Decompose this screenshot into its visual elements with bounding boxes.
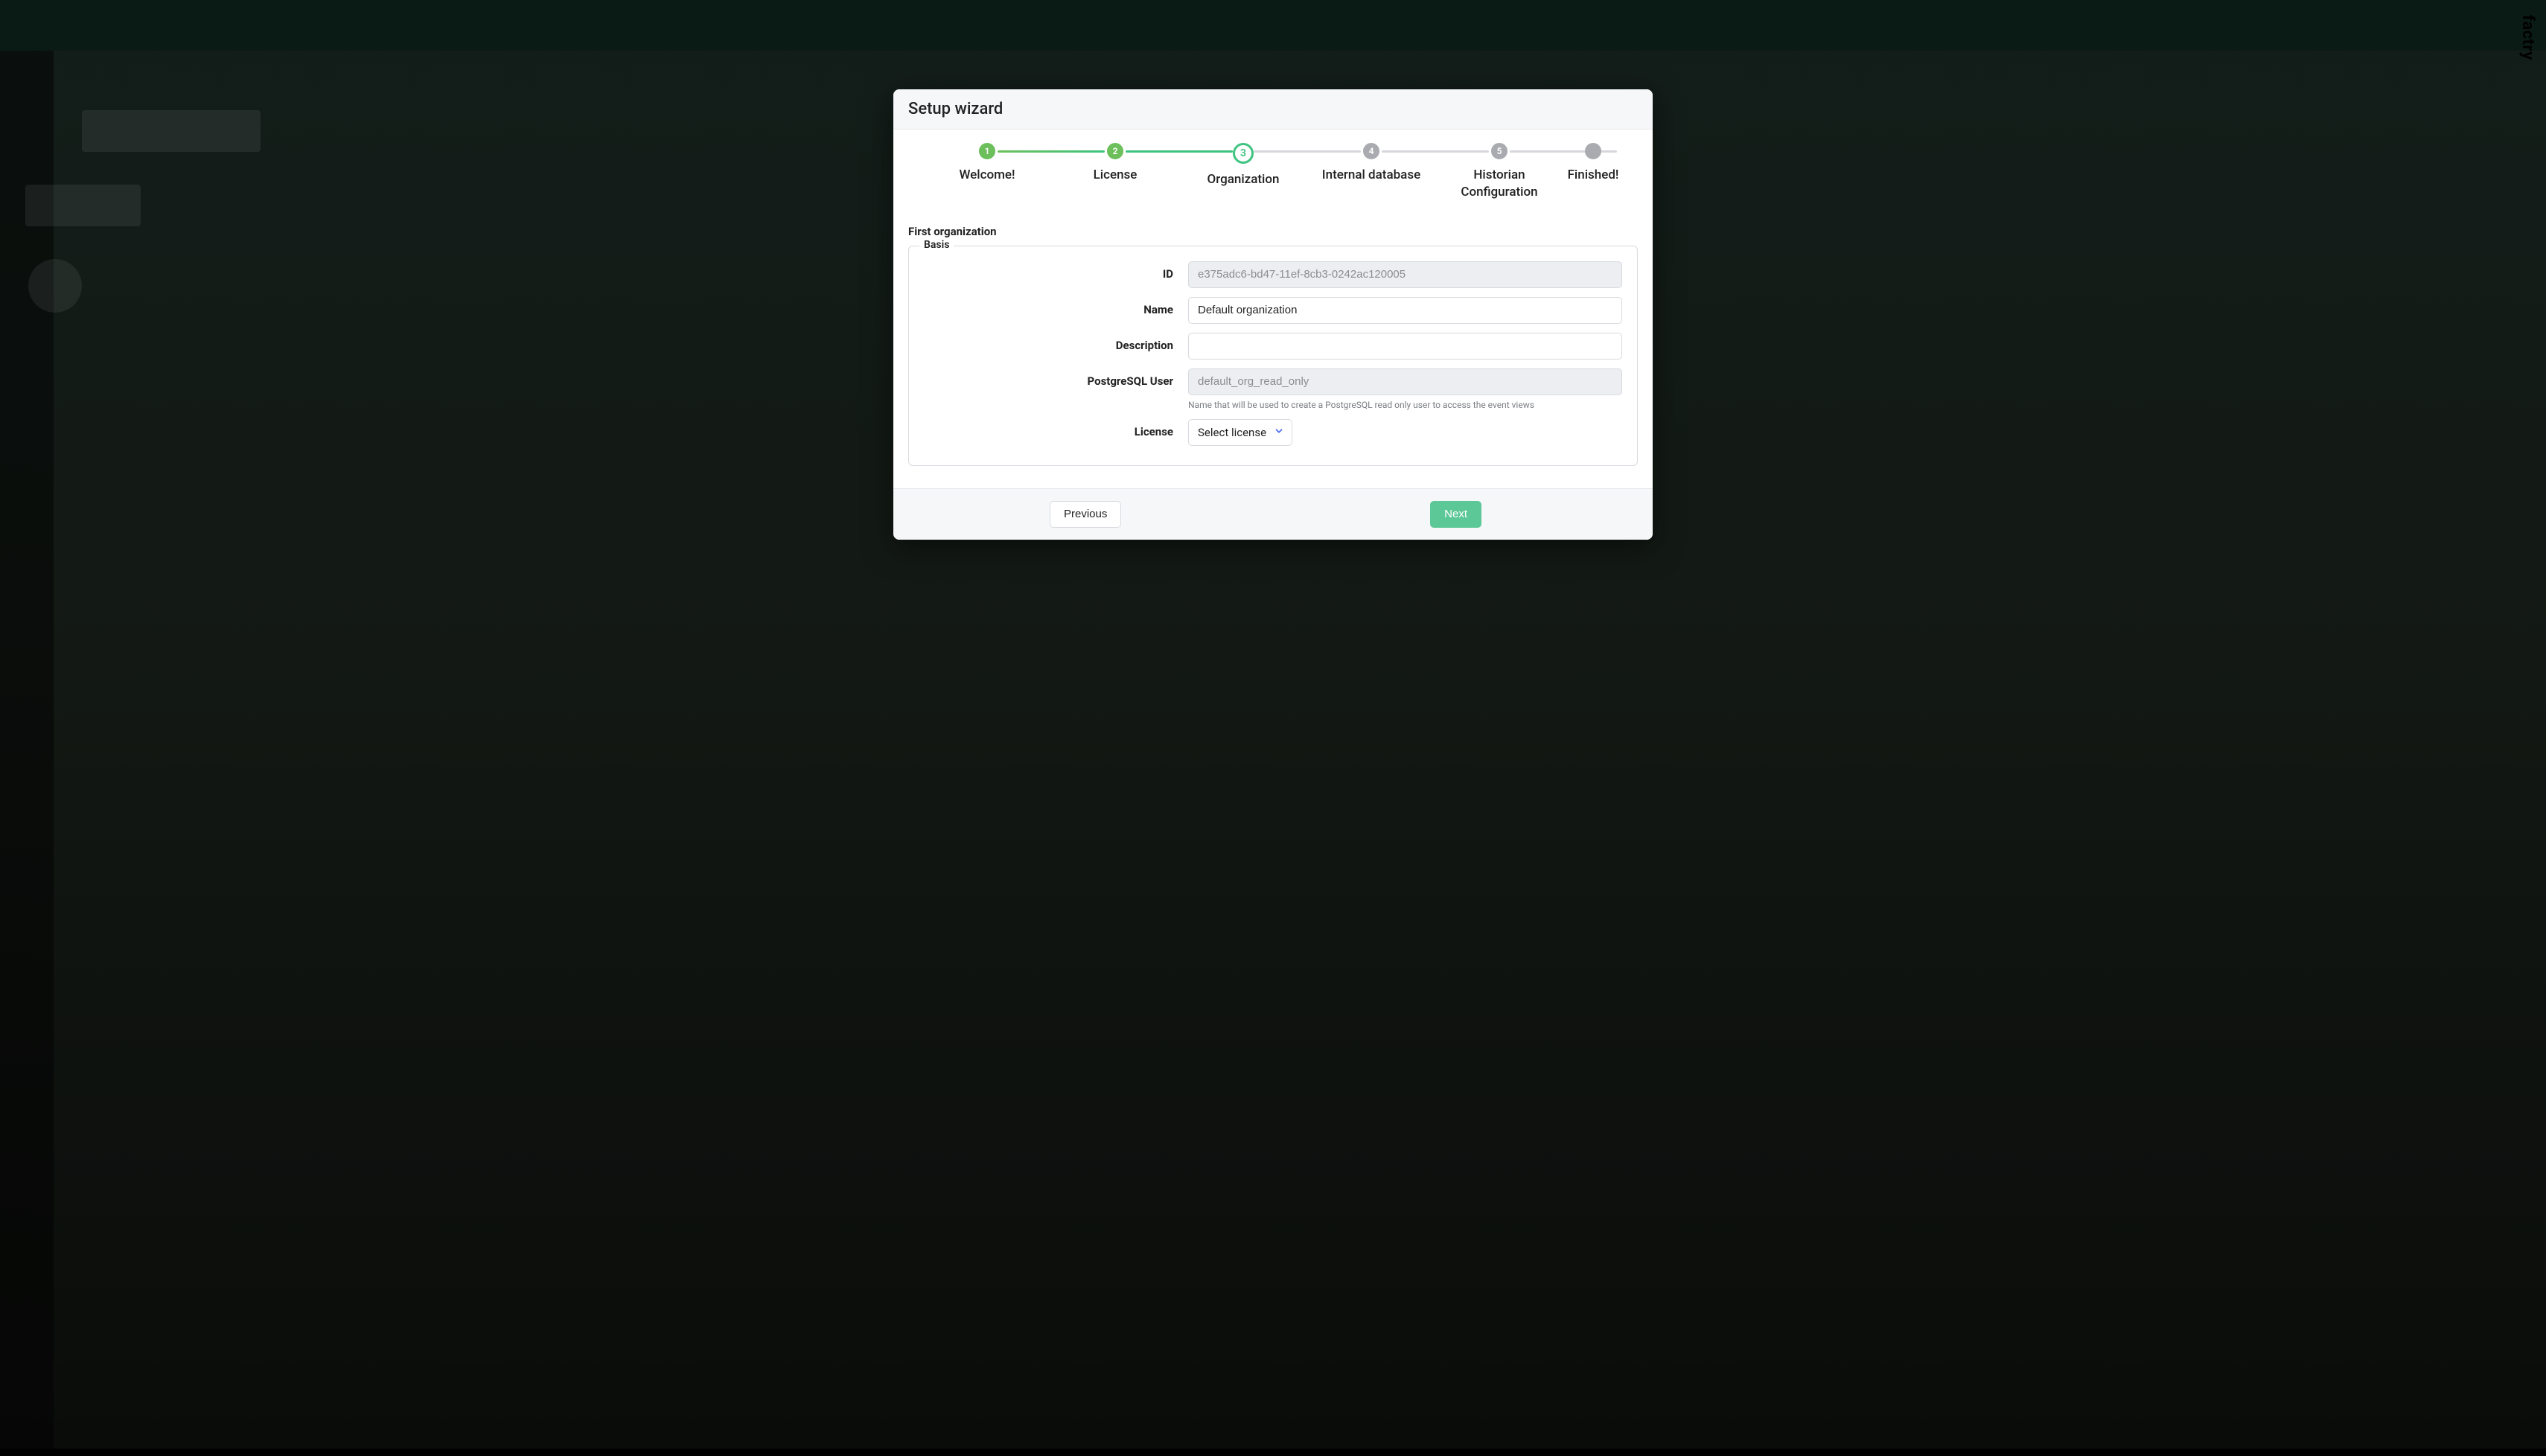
license-select[interactable]: Select license xyxy=(1188,419,1292,446)
previous-button[interactable]: Previous xyxy=(1050,501,1121,528)
step-number: 2 xyxy=(1107,143,1123,159)
row-license: License Select license xyxy=(924,419,1622,446)
step-label: Welcome! xyxy=(959,167,1015,184)
row-name: Name xyxy=(924,297,1622,324)
label-description: Description xyxy=(924,333,1188,352)
wizard-stepper: 1 Welcome! 2 License 3 Organization 4 In… xyxy=(893,130,1653,207)
step-number: 5 xyxy=(1491,143,1508,159)
label-name: Name xyxy=(924,297,1188,316)
id-field xyxy=(1188,261,1622,288)
postgresql-user-field xyxy=(1188,368,1622,395)
step-label: License xyxy=(1094,167,1138,184)
modal-header: Setup wizard xyxy=(893,89,1653,130)
step-number: 3 xyxy=(1233,143,1254,164)
step-connector xyxy=(1254,150,1361,153)
step-connector xyxy=(1382,150,1489,153)
modal-footer: Previous Next xyxy=(893,488,1653,540)
license-selected-value: Select license xyxy=(1198,426,1266,439)
label-license: License xyxy=(924,419,1188,438)
row-description: Description xyxy=(924,333,1622,360)
step-number: 1 xyxy=(979,143,995,159)
step-label: Internal database xyxy=(1322,167,1420,184)
skeleton-box xyxy=(25,185,141,226)
step-license: 2 License xyxy=(1051,143,1179,184)
step-connector xyxy=(1126,150,1233,153)
modal-body: 1 Welcome! 2 License 3 Organization 4 In… xyxy=(893,130,1653,488)
basis-fieldset: Basis ID Name Description xyxy=(908,246,1638,466)
row-id: ID xyxy=(924,261,1622,288)
skeleton-avatar xyxy=(28,259,82,313)
top-header: factry xyxy=(0,0,2546,51)
skeleton-box xyxy=(82,110,261,152)
step-number xyxy=(1585,143,1601,159)
brand-logo: factry xyxy=(2518,15,2537,60)
step-internal-database: 4 Internal database xyxy=(1307,143,1435,184)
name-field[interactable] xyxy=(1188,297,1622,324)
chevron-down-icon xyxy=(1274,426,1284,439)
label-pg-user: PostgreSQL User xyxy=(924,368,1188,388)
step-number: 4 xyxy=(1363,143,1379,159)
bottom-border xyxy=(0,1449,2546,1456)
modal-title: Setup wizard xyxy=(908,100,1638,118)
step-label: Historian Configuration xyxy=(1461,167,1537,201)
step-label: Organization xyxy=(1207,171,1280,188)
step-connector xyxy=(998,150,1105,153)
pg-user-help-text: Name that will be used to create a Postg… xyxy=(1188,400,1622,410)
step-finished: Finished! xyxy=(1563,143,1623,184)
fieldset-legend: Basis xyxy=(919,239,954,251)
step-welcome: 1 Welcome! xyxy=(923,143,1051,184)
description-field[interactable] xyxy=(1188,333,1622,360)
label-id: ID xyxy=(924,261,1188,281)
setup-wizard-modal: Setup wizard 1 Welcome! 2 License 3 Orga… xyxy=(893,89,1653,540)
next-button[interactable]: Next xyxy=(1430,501,1481,528)
step-label: Finished! xyxy=(1568,167,1619,184)
row-pg-user: PostgreSQL User Name that will be used t… xyxy=(924,368,1622,410)
section-title: First organization xyxy=(893,207,1653,246)
